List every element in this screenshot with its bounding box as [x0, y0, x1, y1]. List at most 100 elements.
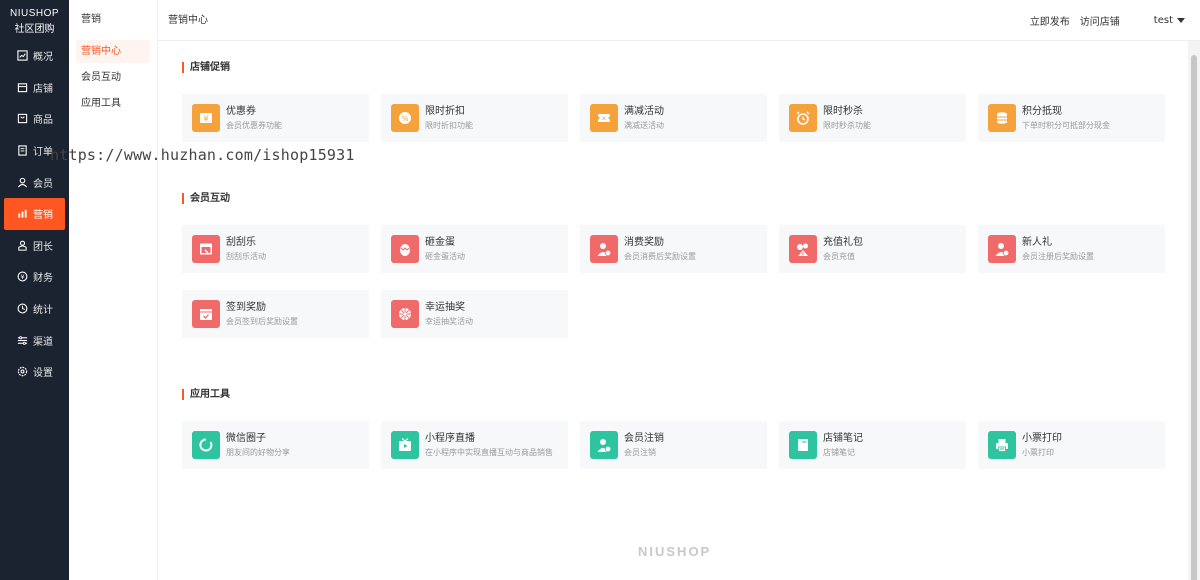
- card-text: 小票打印 小票打印: [1022, 432, 1062, 459]
- nav-item-store[interactable]: 店铺: [0, 72, 69, 104]
- user-menu[interactable]: test: [1154, 15, 1185, 26]
- card-text: 砸金蛋 砸金蛋活动: [425, 236, 465, 263]
- feature-card[interactable]: 幸运抽奖 幸运抽奖活动: [381, 290, 568, 338]
- card-description: 会员注册后奖励设置: [1022, 251, 1094, 261]
- nav-item-marketing[interactable]: 营销: [4, 197, 65, 230]
- card-text: 优惠券 会员优惠券功能: [226, 105, 282, 132]
- caret-down-icon: [1177, 18, 1185, 23]
- store-icon: [17, 82, 28, 93]
- feature-card[interactable]: 微信圈子朋友间的好物分享: [182, 421, 369, 469]
- goods-icon: [17, 113, 28, 124]
- nav-item-label: 统计: [33, 305, 53, 317]
- marketing-icon: [17, 208, 28, 219]
- sub-nav: 营销 营销中心会员互动应用工具: [69, 0, 158, 580]
- brand-logo[interactable]: NIUSHOP 社区团购: [0, 0, 69, 40]
- card-title: 微信圈子: [226, 432, 266, 444]
- subnav-title: 营销: [81, 14, 101, 25]
- stats-icon: [17, 303, 28, 314]
- card-text: 幸运抽奖 幸运抽奖活动: [425, 301, 473, 328]
- card-title: 砸金蛋: [425, 236, 455, 248]
- svg-text:¥: ¥: [801, 251, 804, 257]
- feature-card[interactable]: % 限时折扣 限时折扣功能: [381, 94, 568, 142]
- card-description: 朋友间的好物分享: [226, 447, 290, 457]
- card-text: 小程序直播 在小程序中实现直播互动与商品销售: [425, 432, 553, 459]
- new-user-icon: [988, 235, 1016, 263]
- nav-item-order[interactable]: 订单: [0, 135, 69, 167]
- nav-item-label: 营销: [33, 210, 53, 222]
- feature-card[interactable]: 限时秒杀限时秒杀功能: [779, 94, 966, 142]
- nav-item-chart[interactable]: 概况: [0, 40, 69, 72]
- card-text: 限时折扣限时折扣功能: [425, 105, 473, 132]
- nav-item-channel[interactable]: 渠道: [0, 324, 69, 356]
- nav-item-finance[interactable]: ¥ 财务: [0, 261, 69, 293]
- card-text: 店铺笔记 店铺笔记: [823, 432, 863, 459]
- card-description: 会员签到后奖励设置: [226, 316, 298, 326]
- feature-card[interactable]: 新人礼会员注册后奖励设置: [978, 225, 1165, 273]
- breadcrumb: 营销中心: [168, 15, 208, 26]
- nav-item-label: 会员: [33, 178, 53, 190]
- nav-item-stats[interactable]: 统计: [0, 293, 69, 325]
- scrollbar[interactable]: [1188, 41, 1200, 580]
- card-title: 限时折扣: [425, 105, 465, 117]
- publish-link[interactable]: 立即发布: [1030, 13, 1070, 28]
- feature-card[interactable]: 消费奖励 会员消费后奖励设置: [580, 225, 767, 273]
- user-cancel-icon: [590, 431, 618, 459]
- card-title: 满减活动: [624, 105, 664, 117]
- scrollbar-thumb[interactable]: [1191, 55, 1197, 580]
- card-title: 刮刮乐: [226, 236, 256, 248]
- nav-item-leader[interactable]: 团长: [0, 230, 69, 262]
- main-content: 店铺促销 ¥ 优惠券 会员优惠券功能% 限时折扣 限时折扣功能 ✕ 满减活动 满减送活动 限时秒杀…: [170, 41, 1170, 580]
- feature-card[interactable]: 店铺笔记 店铺笔记: [779, 421, 966, 469]
- nav-item-settings[interactable]: 设置: [0, 356, 69, 388]
- section-title: 会员互动: [182, 193, 230, 204]
- username: test: [1153, 15, 1173, 26]
- feature-card[interactable]: ¥ 充值礼包 会员充值: [779, 225, 966, 273]
- card-title: 会员注销: [624, 432, 664, 444]
- card-title: 店铺笔记: [823, 432, 863, 444]
- feature-card[interactable]: ✕ 满减活动满减送活动: [580, 94, 767, 142]
- nav-item-label: 团长: [33, 241, 53, 253]
- alarm-icon: [789, 104, 817, 132]
- gift-pack-icon: ¥: [789, 235, 817, 263]
- feature-card[interactable]: 刮刮乐 刮刮乐活动: [182, 225, 369, 273]
- card-description: 限时秒杀功能: [823, 120, 871, 130]
- nav-item-label: 商品: [33, 115, 53, 127]
- subnav-item[interactable]: 会员互动: [76, 66, 150, 89]
- printer-icon: [988, 431, 1016, 459]
- subnav-item[interactable]: 应用工具: [76, 92, 150, 115]
- subnav-item[interactable]: 营销中心: [76, 40, 150, 63]
- card-description: 满减送活动: [624, 120, 664, 130]
- feature-card[interactable]: 小程序直播 在小程序中实现直播互动与商品销售: [381, 421, 568, 469]
- feature-card[interactable]: 小票打印 小票打印: [978, 421, 1165, 469]
- card-title: 限时秒杀: [823, 105, 863, 117]
- card-text: 会员注销 会员注销: [624, 432, 664, 459]
- nav-item-member[interactable]: 会员: [0, 166, 69, 198]
- feature-card[interactable]: ¥ 优惠券 会员优惠券功能: [182, 94, 369, 142]
- feature-card[interactable]: 积分抵现 下单时积分可抵部分现金: [978, 94, 1165, 142]
- coins-icon: [988, 104, 1016, 132]
- card-title: 充值礼包: [823, 236, 863, 248]
- nav-item-label: 财务: [33, 273, 53, 285]
- feature-card[interactable]: 会员注销 会员注销: [580, 421, 767, 469]
- ticket-icon: ✕: [590, 104, 618, 132]
- finance-icon: ¥: [17, 271, 28, 282]
- nav-item-goods[interactable]: 商品: [0, 103, 69, 135]
- card-text: 微信圈子朋友间的好物分享: [226, 432, 290, 459]
- brand-name: NIUSHOP: [9, 8, 60, 19]
- card-text: 限时秒杀限时秒杀功能: [823, 105, 871, 132]
- visit-store-link[interactable]: 访问店铺: [1080, 13, 1120, 28]
- card-description: 砸金蛋活动: [425, 251, 465, 261]
- feature-card[interactable]: 砸金蛋 砸金蛋活动: [381, 225, 568, 273]
- card-text: 消费奖励 会员消费后奖励设置: [624, 236, 696, 263]
- svg-text:✕: ✕: [601, 116, 606, 123]
- card-description: 限时折扣功能: [425, 120, 473, 130]
- card-title: 新人礼: [1022, 236, 1052, 248]
- card-description: 刮刮乐活动: [226, 251, 266, 261]
- feature-card[interactable]: 签到奖励会员签到后奖励设置: [182, 290, 369, 338]
- card-text: 充值礼包 会员充值: [823, 236, 863, 263]
- member-icon: [17, 177, 28, 188]
- card-title: 签到奖励: [226, 301, 266, 313]
- svg-text:¥: ¥: [203, 115, 208, 124]
- user-reward-icon: [590, 235, 618, 263]
- chart-icon: [17, 50, 28, 61]
